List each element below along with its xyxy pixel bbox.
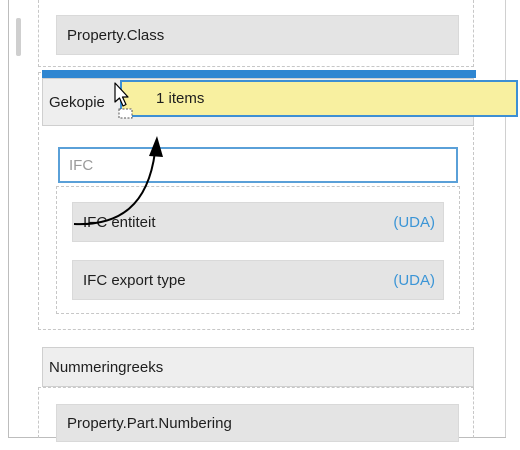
drag-path-arrow-icon — [73, 136, 163, 226]
properties-panel: Property.Class Gekopie IFC IFC entiteit … — [0, 0, 520, 450]
